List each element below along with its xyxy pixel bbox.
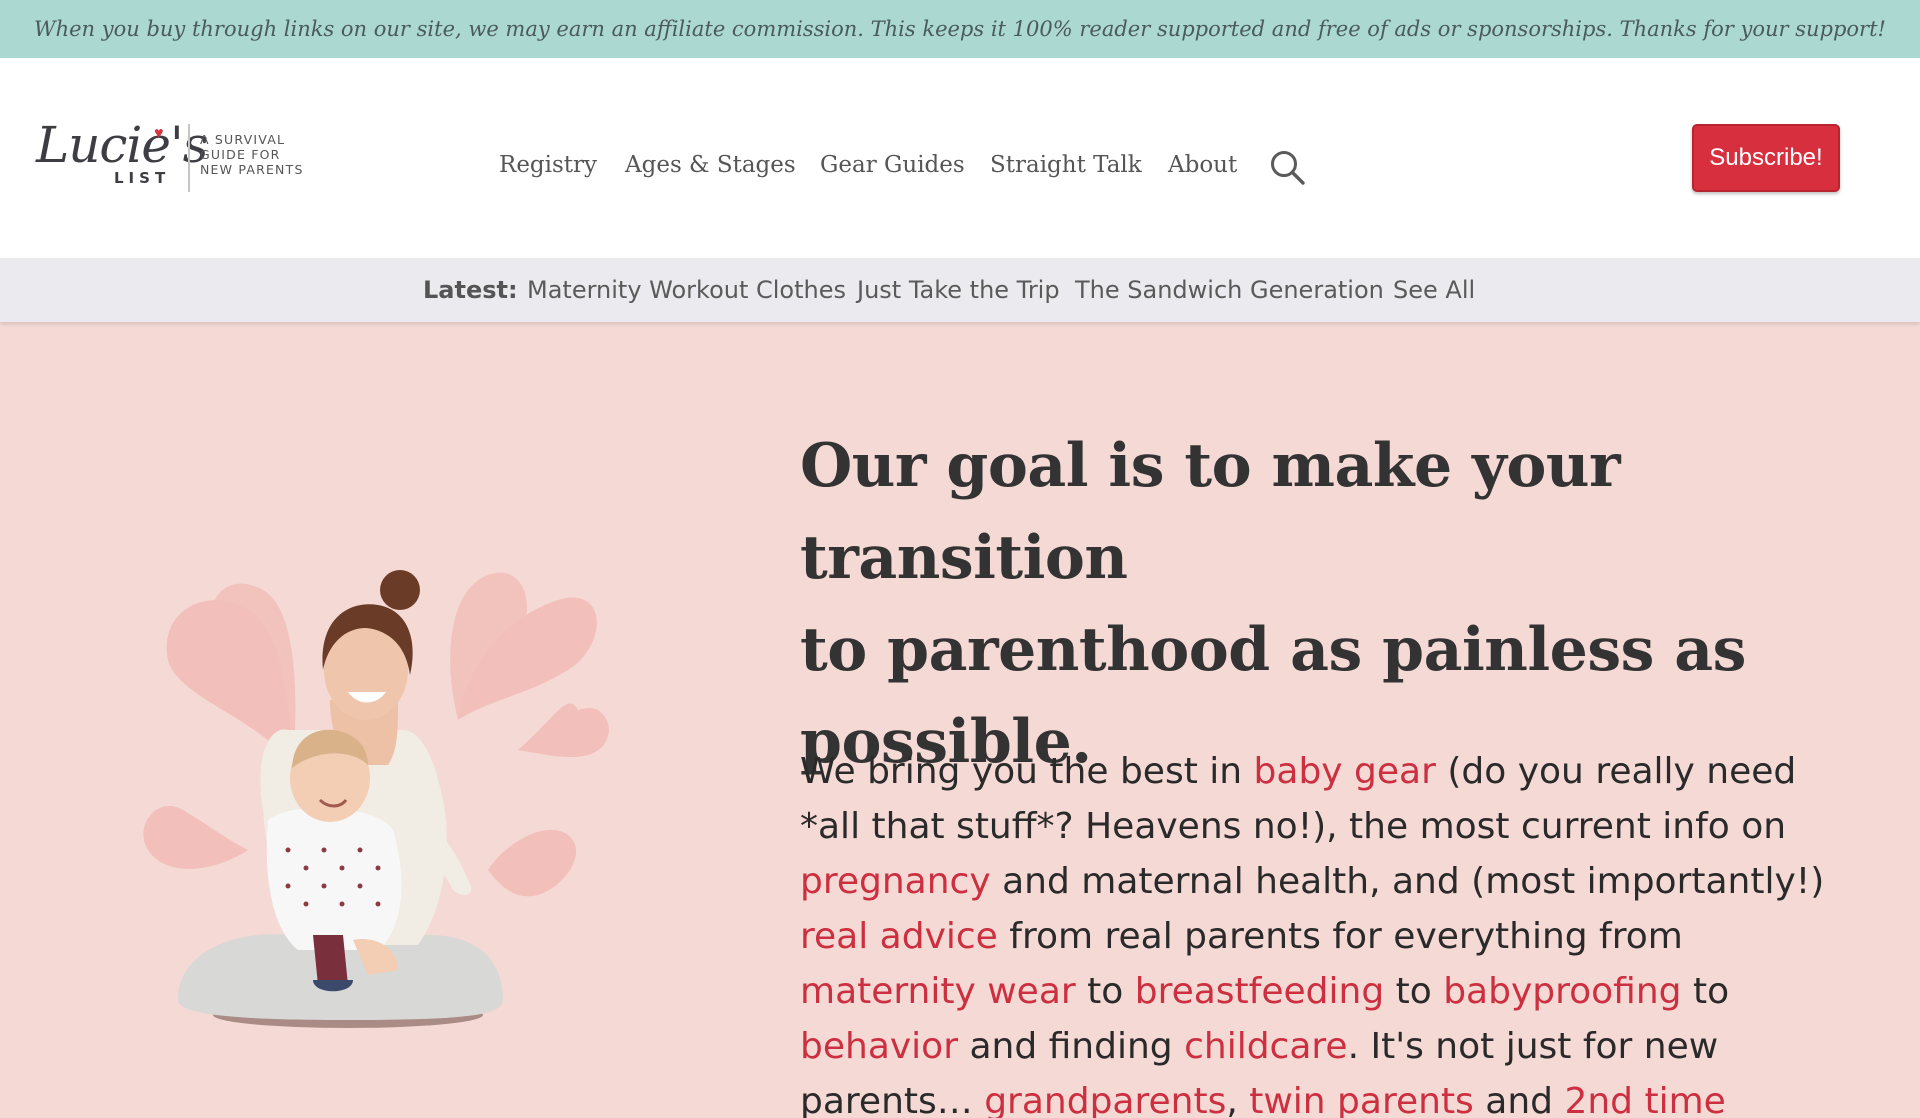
body-text: and	[1473, 1081, 1565, 1118]
body-text: *all that stuff*? Heavens no!), the most…	[800, 806, 1787, 847]
site-header: Lucie's ♥ LIST A SURVIVAL GUIDE FOR NEW …	[0, 58, 1920, 258]
body-text: ,	[1226, 1081, 1250, 1118]
body-text: and maternal health, and (most important…	[990, 861, 1825, 902]
hero-description: We bring you the best in baby gear (do y…	[800, 744, 1824, 1118]
link-babyproofing[interactable]: babyproofing	[1443, 971, 1681, 1012]
hero-body-line: pregnancy and maternal health, and (most…	[800, 854, 1824, 909]
latest-item-see-all[interactable]: See All	[1393, 276, 1475, 304]
link-maternity-wear[interactable]: maternity wear	[800, 971, 1076, 1012]
hero-body-line: parents… grandparents, twin parents and …	[800, 1074, 1800, 1118]
main-nav: Registry Ages & Stages Gear Guides Strai…	[0, 142, 1920, 192]
hero-title-line: Our goal is to make your transition	[800, 431, 1621, 593]
body-text: to	[1681, 971, 1730, 1012]
search-icon[interactable]	[1268, 148, 1308, 188]
hero-body-line: behavior and finding childcare. It's not…	[800, 1019, 1800, 1074]
body-text: to	[1075, 971, 1135, 1012]
body-text: We bring you the best in	[800, 751, 1254, 792]
link-baby-gear[interactable]: baby gear	[1254, 751, 1436, 792]
affiliate-notice-bar: When you buy through links on our site, …	[0, 0, 1920, 58]
nav-item-straight-talk[interactable]: Straight Talk	[990, 152, 1142, 178]
hero-body-line: *all that stuff*? Heavens no!), the most…	[800, 799, 1800, 854]
hero-body-line: We bring you the best in baby gear (do y…	[800, 744, 1800, 799]
body-text: from real parents for everything from	[997, 916, 1683, 957]
hero-title: Our goal is to make your transition to p…	[800, 420, 1800, 788]
subscribe-button[interactable]: Subscribe!	[1692, 124, 1840, 192]
body-text: to	[1384, 971, 1444, 1012]
hero-body-line: real advice from real parents for everyt…	[800, 909, 1800, 964]
body-text: and finding	[958, 1026, 1185, 1067]
body-text: . It's not just for new	[1347, 1026, 1719, 1067]
hero-body-line: maternity wear to breastfeeding to babyp…	[800, 964, 1800, 1019]
logo-heart-icon: ♥	[154, 125, 164, 142]
hero-illustration	[48, 550, 668, 1050]
affiliate-notice-text: When you buy through links on our site, …	[34, 17, 1886, 41]
link-grandparents[interactable]: grandparents	[984, 1081, 1226, 1118]
nav-item-gear-guides[interactable]: Gear Guides	[820, 152, 965, 178]
latest-item-maternity-workout-clothes[interactable]: Maternity Workout Clothes	[527, 276, 846, 304]
latest-item-just-take-the-trip[interactable]: Just Take the Trip	[857, 276, 1060, 304]
latest-articles-bar: Latest: Maternity Workout Clothes Just T…	[0, 258, 1920, 322]
body-text: parents…	[800, 1081, 985, 1118]
nav-item-registry[interactable]: Registry	[499, 152, 597, 178]
latest-label: Latest:	[423, 276, 518, 304]
link-childcare[interactable]: childcare	[1184, 1026, 1347, 1067]
link-behavior[interactable]: behavior	[800, 1026, 958, 1067]
link-pregnancy[interactable]: pregnancy	[800, 861, 991, 902]
hero-title-line: to parenthood as painless as	[800, 615, 1746, 685]
nav-item-about[interactable]: About	[1168, 152, 1237, 178]
body-text: (do you really need	[1435, 751, 1797, 792]
latest-item-sandwich-generation[interactable]: The Sandwich Generation	[1075, 276, 1384, 304]
link-real-advice[interactable]: real advice	[800, 916, 998, 957]
link-twin-parents[interactable]: twin parents	[1249, 1081, 1474, 1118]
link-2nd-time[interactable]: 2nd time	[1564, 1081, 1725, 1118]
nav-item-ages-stages[interactable]: Ages & Stages	[625, 152, 796, 178]
link-breastfeeding[interactable]: breastfeeding	[1135, 971, 1384, 1012]
